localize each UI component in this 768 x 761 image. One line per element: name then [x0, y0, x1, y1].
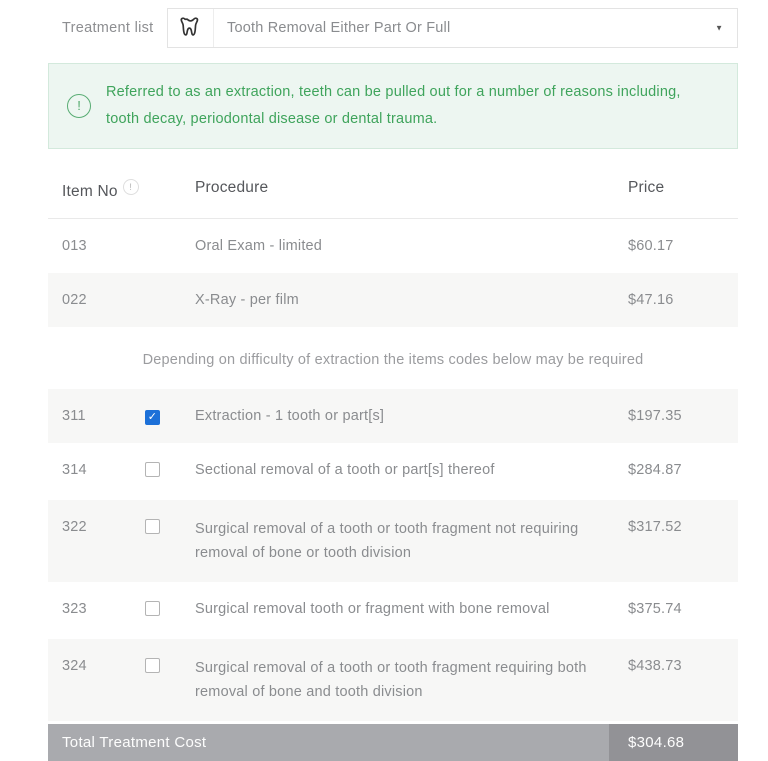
- row-checkbox[interactable]: ✓: [145, 461, 160, 477]
- row-checkbox[interactable]: ✓: [145, 518, 160, 534]
- table-row: 314 ✓ Sectional removal of a tooth or pa…: [48, 443, 738, 500]
- item-no-cell: 323: [62, 600, 87, 617]
- table-header-row: Item No! Procedure Price: [48, 162, 738, 219]
- item-no-cell: 314: [62, 461, 87, 478]
- item-no-cell: 322: [62, 518, 87, 535]
- treatment-info-text: Referred to as an extraction, teeth can …: [106, 84, 681, 127]
- total-label: Total Treatment Cost: [62, 733, 207, 751]
- tooth-icon: [168, 13, 213, 43]
- price-cell: $317.52: [628, 518, 682, 535]
- table-row: 323 ✓ Surgical removal tooth or fragment…: [48, 582, 738, 639]
- info-exclamation-icon: !: [67, 93, 91, 118]
- row-checkbox[interactable]: ✓: [145, 409, 160, 425]
- item-no-cell: 324: [62, 657, 87, 674]
- price-cell: $60.17: [628, 237, 674, 254]
- treatment-cost-panel: Treatment list Tooth Removal Either Part…: [48, 0, 738, 761]
- procedure-cell: Sectional removal of a tooth or part[s] …: [195, 461, 495, 478]
- procedure-cell: Surgical removal tooth or fragment with …: [195, 600, 550, 617]
- treatment-list-label: Treatment list: [62, 20, 154, 36]
- checkmark-icon: ✓: [147, 410, 158, 423]
- item-no-cell: 311: [62, 407, 86, 424]
- procedure-cell: X-Ray - per film: [195, 291, 299, 308]
- price-cell: $438.73: [628, 657, 682, 674]
- total-value: $304.68: [609, 723, 738, 761]
- table-row: 322 ✓ Surgical removal of a tooth or too…: [48, 499, 738, 582]
- item-no-cell: 022: [62, 291, 87, 308]
- price-cell: $375.74: [628, 600, 682, 617]
- procedure-cell: Surgical removal of a tooth or tooth fra…: [195, 520, 579, 561]
- item-no-info-icon[interactable]: !: [122, 178, 139, 195]
- item-no-cell: 013: [62, 237, 87, 254]
- treatment-dropdown[interactable]: Tooth Removal Either Part Or Full ▼: [167, 8, 738, 48]
- treatment-selector-row: Treatment list Tooth Removal Either Part…: [48, 8, 738, 48]
- table-row: 013 Oral Exam - limited $60.17: [48, 219, 738, 273]
- chevron-down-icon[interactable]: ▼: [715, 24, 723, 33]
- row-checkbox[interactable]: ✓: [145, 657, 160, 673]
- price-cell: $197.35: [628, 407, 682, 424]
- treatment-info-box: ! Referred to as an extraction, teeth ca…: [48, 63, 738, 149]
- column-header-procedure: Procedure: [195, 178, 269, 196]
- procedure-cell: Oral Exam - limited: [195, 237, 323, 254]
- procedure-cell: Surgical removal of a tooth or tooth fra…: [195, 659, 587, 700]
- difficulty-note: Depending on difficulty of extraction th…: [142, 351, 644, 368]
- column-header-price: Price: [628, 178, 665, 196]
- table-row: 311 ✓ Extraction - 1 tooth or part[s] $1…: [48, 388, 738, 443]
- price-cell: $47.16: [628, 291, 674, 308]
- column-header-item-no: Item No!: [62, 178, 145, 201]
- table-row: 022 X-Ray - per film $47.16: [48, 272, 738, 327]
- selected-treatment-value: Tooth Removal Either Part Or Full: [227, 20, 451, 36]
- row-checkbox[interactable]: ✓: [145, 600, 160, 616]
- table-row: 324 ✓ Surgical removal of a tooth or too…: [48, 638, 738, 721]
- procedure-cell: Extraction - 1 tooth or part[s]: [195, 407, 385, 424]
- total-treatment-cost-bar: Total Treatment Cost $304.68: [48, 723, 738, 761]
- price-cell: $284.87: [628, 461, 682, 478]
